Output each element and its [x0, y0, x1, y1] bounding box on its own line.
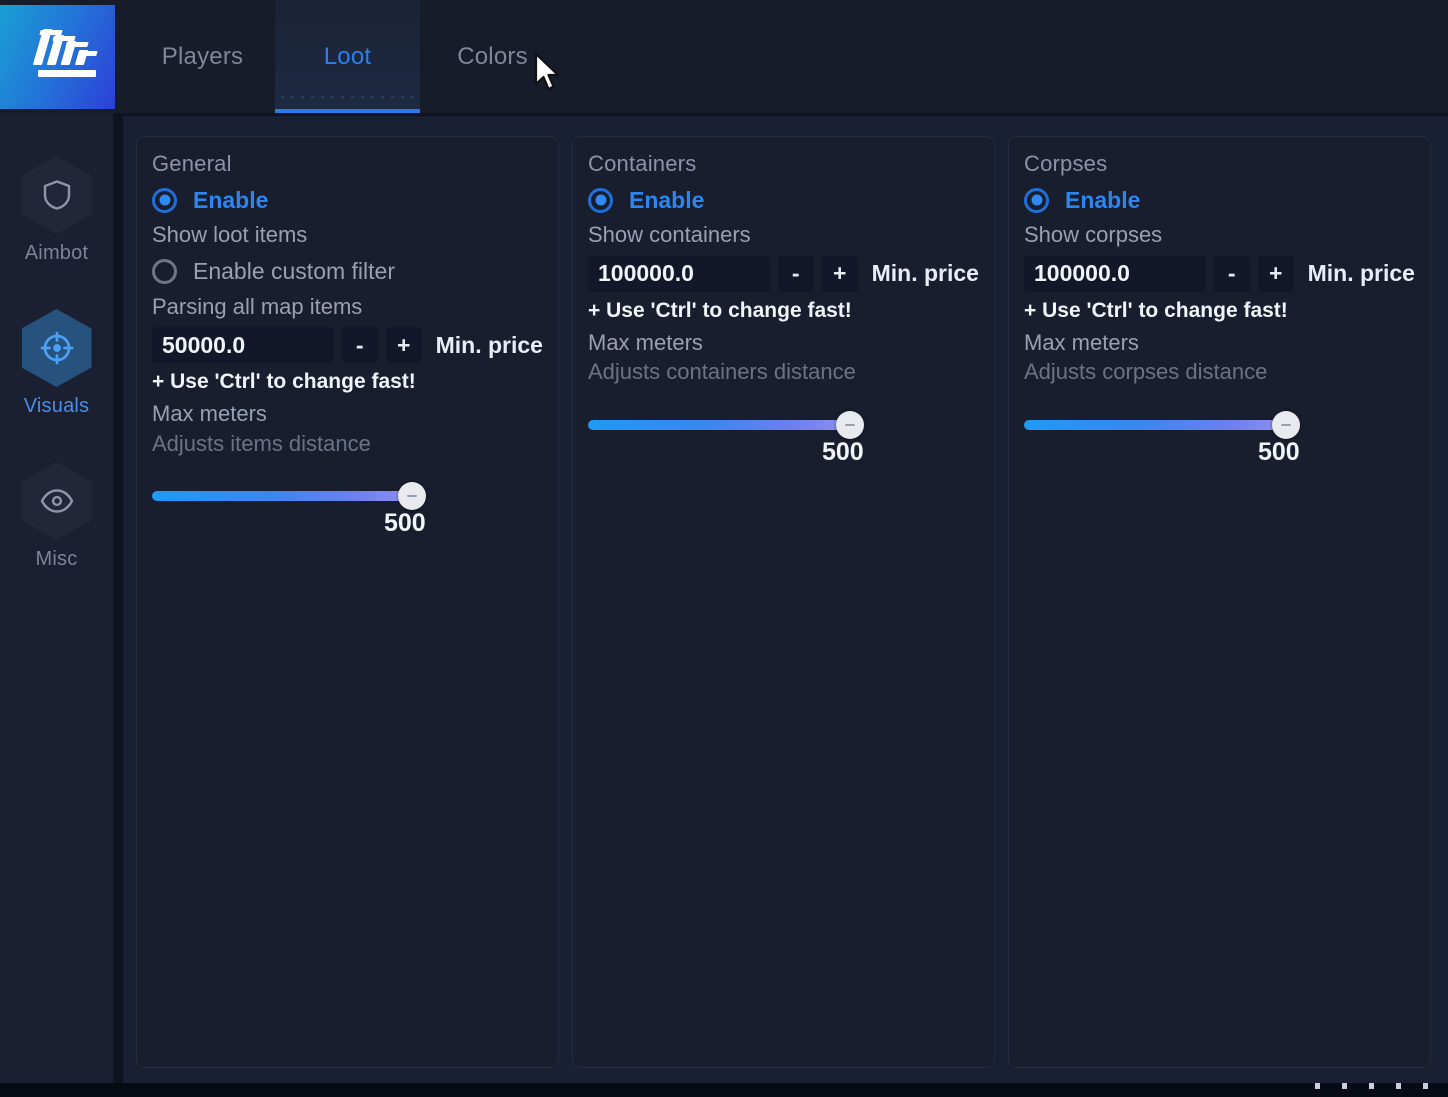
app-logo[interactable]	[0, 5, 115, 109]
sidebar-divider	[113, 114, 123, 1097]
corpses-price-row: 100000.0 - + Min. price	[1024, 255, 1415, 292]
panel-general: General Enable Show loot items Enable cu…	[136, 136, 559, 1068]
general-slider-title: Max meters	[152, 401, 267, 426]
containers-enable-desc: Show containers	[588, 222, 751, 247]
panel-general-title: General	[152, 151, 232, 176]
corpses-price-decrement[interactable]: -	[1213, 255, 1250, 292]
header-divider	[115, 113, 1448, 115]
corpses-slider-title: Max meters	[1024, 329, 1139, 355]
containers-slider-title: Max meters	[588, 329, 703, 355]
containers-enable-radio[interactable]	[588, 187, 613, 213]
corpses-distance-slider[interactable]: 500	[1024, 408, 1415, 468]
containers-price-decrement[interactable]: -	[777, 255, 814, 292]
containers-enable-label: Enable	[629, 186, 705, 213]
tab-colors[interactable]: Colors	[420, 0, 565, 114]
tab-loot-label: Loot	[323, 43, 372, 70]
sidebar: Aimbot Visuals Misc	[0, 114, 113, 1097]
general-slider-track[interactable]	[152, 491, 412, 501]
crosshair-icon	[39, 330, 75, 366]
panel-corpses: Corpses Enable Show corpses 100000.0 - +…	[1008, 136, 1431, 1068]
general-price-decrement[interactable]: -	[341, 327, 378, 363]
corpses-enable-label: Enable	[1065, 186, 1141, 213]
containers-price-label: Min. price	[871, 260, 979, 286]
containers-slider-track[interactable]	[588, 419, 850, 430]
sidebar-item-aimbot[interactable]: Aimbot	[0, 156, 113, 286]
general-custom-filter-row[interactable]: Enable custom filter	[152, 253, 543, 291]
corpses-slider-value: 500	[1258, 437, 1300, 466]
sidebar-item-visuals[interactable]: Visuals	[0, 309, 113, 439]
general-enable-row[interactable]: Enable	[152, 181, 543, 219]
containers-price-input[interactable]: 100000.0	[588, 255, 770, 292]
corpses-price-label: Min. price	[1307, 260, 1415, 286]
general-custom-filter-radio[interactable]	[152, 259, 177, 284]
panel-group: General Enable Show loot items Enable cu…	[136, 136, 1431, 1068]
shield-icon	[39, 177, 75, 213]
panel-containers: Containers Enable Show containers 100000…	[572, 136, 995, 1068]
containers-slider-value: 500	[822, 437, 864, 466]
corpses-price-increment[interactable]: +	[1257, 255, 1294, 292]
corpses-slider-thumb[interactable]	[1272, 410, 1300, 439]
general-enable-label: Enable	[193, 186, 269, 213]
sidebar-item-aimbot-label: Aimbot	[24, 242, 89, 264]
general-price-row: 50000.0 - + Min. price	[152, 327, 543, 363]
corpses-price-hint: + Use 'Ctrl' to change fast!	[1024, 298, 1288, 322]
general-custom-filter-desc: Parsing all map items	[152, 293, 363, 319]
general-slider-value: 500	[384, 509, 426, 537]
tab-players[interactable]: Players	[130, 0, 275, 114]
general-price-label: Min. price	[435, 331, 543, 358]
corpses-slider-track[interactable]	[1024, 419, 1286, 430]
general-slider-desc: Adjusts items distance	[152, 430, 371, 456]
containers-price-row: 100000.0 - + Min. price	[588, 255, 979, 292]
general-price-input[interactable]: 50000.0	[152, 327, 334, 363]
corpses-enable-radio[interactable]	[1024, 187, 1049, 213]
corpses-enable-row[interactable]: Enable	[1024, 181, 1415, 219]
general-enable-radio[interactable]	[152, 187, 177, 213]
tab-colors-label: Colors	[457, 43, 528, 70]
tab-loot[interactable]: Loot	[275, 0, 420, 114]
clipped-bottom-text	[1315, 1083, 1428, 1097]
tab-bar: Players Loot Colors	[130, 0, 565, 114]
general-slider-thumb[interactable]	[398, 482, 426, 510]
containers-slider-thumb[interactable]	[836, 410, 864, 439]
general-price-hint: + Use 'Ctrl' to change fast!	[152, 370, 416, 393]
containers-price-hint: + Use 'Ctrl' to change fast!	[588, 298, 852, 322]
logo-mark-icon	[24, 27, 98, 87]
general-custom-filter-label: Enable custom filter	[193, 258, 395, 284]
general-distance-slider[interactable]: 500	[152, 479, 543, 539]
corpses-enable-desc: Show corpses	[1024, 222, 1163, 247]
main-content: General Enable Show loot items Enable cu…	[123, 116, 1448, 1097]
eye-icon	[39, 483, 75, 519]
containers-price-increment[interactable]: +	[821, 255, 858, 292]
general-enable-desc: Show loot items	[152, 222, 308, 247]
containers-slider-desc: Adjusts containers distance	[588, 359, 856, 384]
general-price-increment[interactable]: +	[385, 327, 422, 363]
window-bottom-edge	[0, 1083, 1448, 1097]
panel-corpses-title: Corpses	[1024, 151, 1108, 176]
containers-distance-slider[interactable]: 500	[588, 408, 979, 468]
panel-containers-title: Containers	[588, 151, 697, 176]
corpses-price-input[interactable]: 100000.0	[1024, 255, 1206, 292]
sidebar-item-visuals-label: Visuals	[23, 395, 90, 417]
sidebar-item-misc-label: Misc	[35, 548, 78, 570]
tab-players-label: Players	[161, 43, 244, 70]
corpses-slider-desc: Adjusts corpses distance	[1024, 359, 1268, 384]
app-header: Players Loot Colors	[0, 0, 1448, 114]
containers-enable-row[interactable]: Enable	[588, 181, 979, 219]
sidebar-item-misc[interactable]: Misc	[0, 462, 113, 592]
